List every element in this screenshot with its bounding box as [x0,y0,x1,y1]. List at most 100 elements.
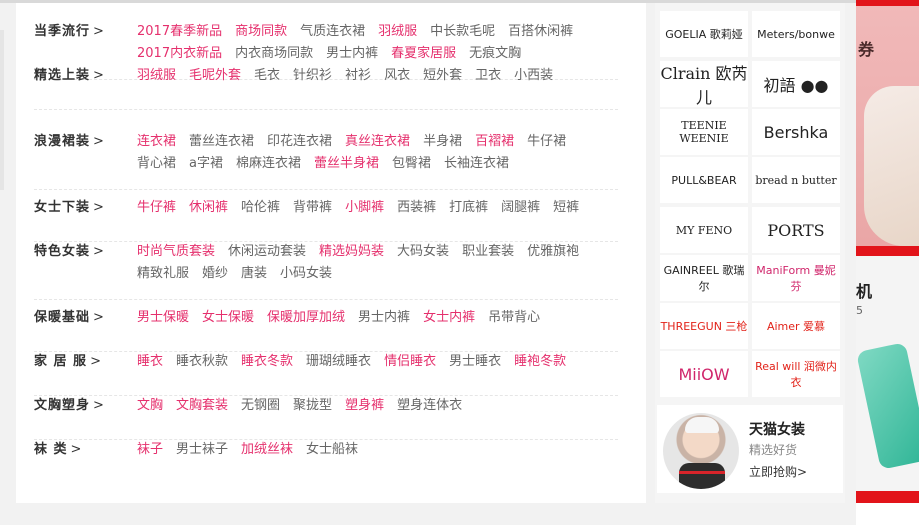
category-link[interactable]: 男士保暖 [137,307,189,329]
category-link[interactable]: 珊瑚绒睡衣 [306,351,371,373]
category-title[interactable]: 保暖基础 > [34,307,134,329]
category-link[interactable]: 牛仔裙 [527,131,566,153]
category-title[interactable]: 浪漫裙装 > [34,131,134,153]
category-link[interactable]: 毛衣 [254,65,280,87]
category-title[interactable]: 文胸塑身 > [34,395,134,417]
promo-title[interactable]: 天猫女装 [749,419,805,439]
brand-logo[interactable]: MY FENO [660,207,748,253]
category-link[interactable]: 小码女装 [280,263,332,285]
category-link[interactable]: 加绒丝袜 [241,439,293,461]
category-link[interactable]: 聚拢型 [293,395,332,417]
category-link[interactable]: 2017内衣新品 [137,43,222,65]
category-link[interactable]: 塑身裤 [345,395,384,417]
category-link[interactable]: 背心裙 [137,153,176,175]
brand-logo[interactable]: 初語 ●● [752,61,840,107]
phone-banner[interactable]: 机 5 [856,256,919,491]
category-link[interactable]: 女士船袜 [306,439,358,461]
category-title[interactable]: 女士下装 > [34,197,134,219]
category-link[interactable]: 衬衫 [345,65,371,87]
category-link[interactable]: 文胸 [137,395,163,417]
brand-logo[interactable]: Real will 润微内衣 [752,351,840,397]
category-link[interactable]: 职业套装 [462,241,514,263]
category-link[interactable]: 半身裙 [423,131,462,153]
category-link[interactable]: 蕾丝半身裙 [314,153,379,175]
category-link[interactable]: 哈伦裤 [241,197,280,219]
brand-logo[interactable]: MiiOW [660,351,748,397]
category-link[interactable]: 蕾丝连衣裙 [189,131,254,153]
category-link[interactable]: 风衣 [384,65,410,87]
category-link[interactable]: 长袖连衣裙 [444,153,509,175]
brand-logo[interactable]: ManiForm 曼妮芬 [752,255,840,301]
category-link[interactable]: 精致礼服 [137,263,189,285]
category-title[interactable]: 袜 类 > [34,439,134,461]
promo-model-image[interactable] [663,413,739,489]
coupon-banner[interactable]: 券 [856,6,919,246]
category-link[interactable]: 婚纱 [202,263,228,285]
category-title[interactable]: 特色女装 > [34,241,134,263]
category-title[interactable]: 当季流行 > [34,21,134,43]
category-link[interactable]: 阔腿裤 [501,197,540,219]
category-link[interactable]: 女士保暖 [202,307,254,329]
category-link[interactable]: 短裤 [553,197,579,219]
category-title[interactable]: 家 居 服 > [34,351,134,373]
category-link[interactable]: 背带裤 [293,197,332,219]
brand-logo[interactable]: TEENIE WEENIE [660,109,748,155]
category-link[interactable]: 春夏家居服 [391,43,456,65]
category-link[interactable]: 羽绒服 [378,21,417,43]
category-link[interactable]: 2017春季新品 [137,21,222,43]
brand-logo[interactable]: PULL&BEAR [660,157,748,203]
category-link[interactable]: 中长款毛呢 [430,21,495,43]
right-banner-art[interactable]: 券 机 5 [856,0,919,525]
category-link[interactable]: 小西装 [514,65,553,87]
category-link[interactable]: 男士睡衣 [449,351,501,373]
category-link[interactable]: 百搭休闲裤 [508,21,573,43]
brand-logo[interactable]: GAINREEL 歌瑞尔 [660,255,748,301]
category-link[interactable]: 塑身连体衣 [397,395,462,417]
category-link[interactable]: 女士内裤 [423,307,475,329]
category-link[interactable]: 休闲裤 [189,197,228,219]
brand-logo[interactable]: bread n butter [752,157,840,203]
category-link[interactable]: 睡衣 [137,351,163,373]
brand-logo[interactable]: Aimer 爱慕 [752,303,840,349]
brand-logo[interactable]: PORTS [752,207,840,253]
category-link[interactable]: 百褶裙 [475,131,514,153]
category-link[interactable]: 针织衫 [293,65,332,87]
category-link[interactable]: 睡衣秋款 [176,351,228,373]
category-link[interactable]: 时尚气质套装 [137,241,215,263]
category-link[interactable]: 棉麻连衣裙 [236,153,301,175]
category-link[interactable]: 优雅旗袍 [527,241,579,263]
category-link[interactable]: 大码女装 [397,241,449,263]
category-link[interactable]: 男士袜子 [176,439,228,461]
category-link[interactable]: 男士内裤 [326,43,378,65]
category-link[interactable]: 保暖加厚加绒 [267,307,345,329]
category-link[interactable]: 无钢圈 [241,395,280,417]
brand-logo[interactable]: GOELIA 歌莉娅 [660,11,748,57]
promo-cta-link[interactable]: 立即抢购> [749,463,807,480]
promo-card[interactable]: 天猫女装 精选好货 立即抢购> [657,405,843,493]
category-link[interactable]: 真丝连衣裙 [345,131,410,153]
brand-logo[interactable]: Clrain 欧芮儿 [660,61,748,107]
category-link[interactable]: 情侣睡衣 [384,351,436,373]
category-link[interactable]: 印花连衣裙 [267,131,332,153]
category-link[interactable]: 羽绒服 [137,65,176,87]
category-link[interactable]: 内衣商场同款 [235,43,313,65]
category-link[interactable]: 小脚裤 [345,197,384,219]
category-link[interactable]: 睡衣冬款 [241,351,293,373]
category-link[interactable]: 休闲运动套装 [228,241,306,263]
category-link[interactable]: 商场同款 [235,21,287,43]
category-link[interactable]: 吊带背心 [488,307,540,329]
brand-logo[interactable]: Bershka [752,109,840,155]
category-link[interactable]: 精选妈妈装 [319,241,384,263]
category-link[interactable]: 连衣裙 [137,131,176,153]
category-link[interactable]: 气质连衣裙 [300,21,365,43]
category-link[interactable]: 包臀裙 [392,153,431,175]
category-link[interactable]: 文胸套装 [176,395,228,417]
category-link[interactable]: 卫衣 [475,65,501,87]
category-title[interactable]: 精选上装 > [34,65,134,87]
brand-logo[interactable]: Meters/bonwe [752,11,840,57]
category-link[interactable]: 睡袍冬款 [514,351,566,373]
category-link[interactable]: 袜子 [137,439,163,461]
brand-logo[interactable]: THREEGUN 三枪 [660,303,748,349]
category-link[interactable]: 唐装 [241,263,267,285]
category-link[interactable]: 牛仔裤 [137,197,176,219]
